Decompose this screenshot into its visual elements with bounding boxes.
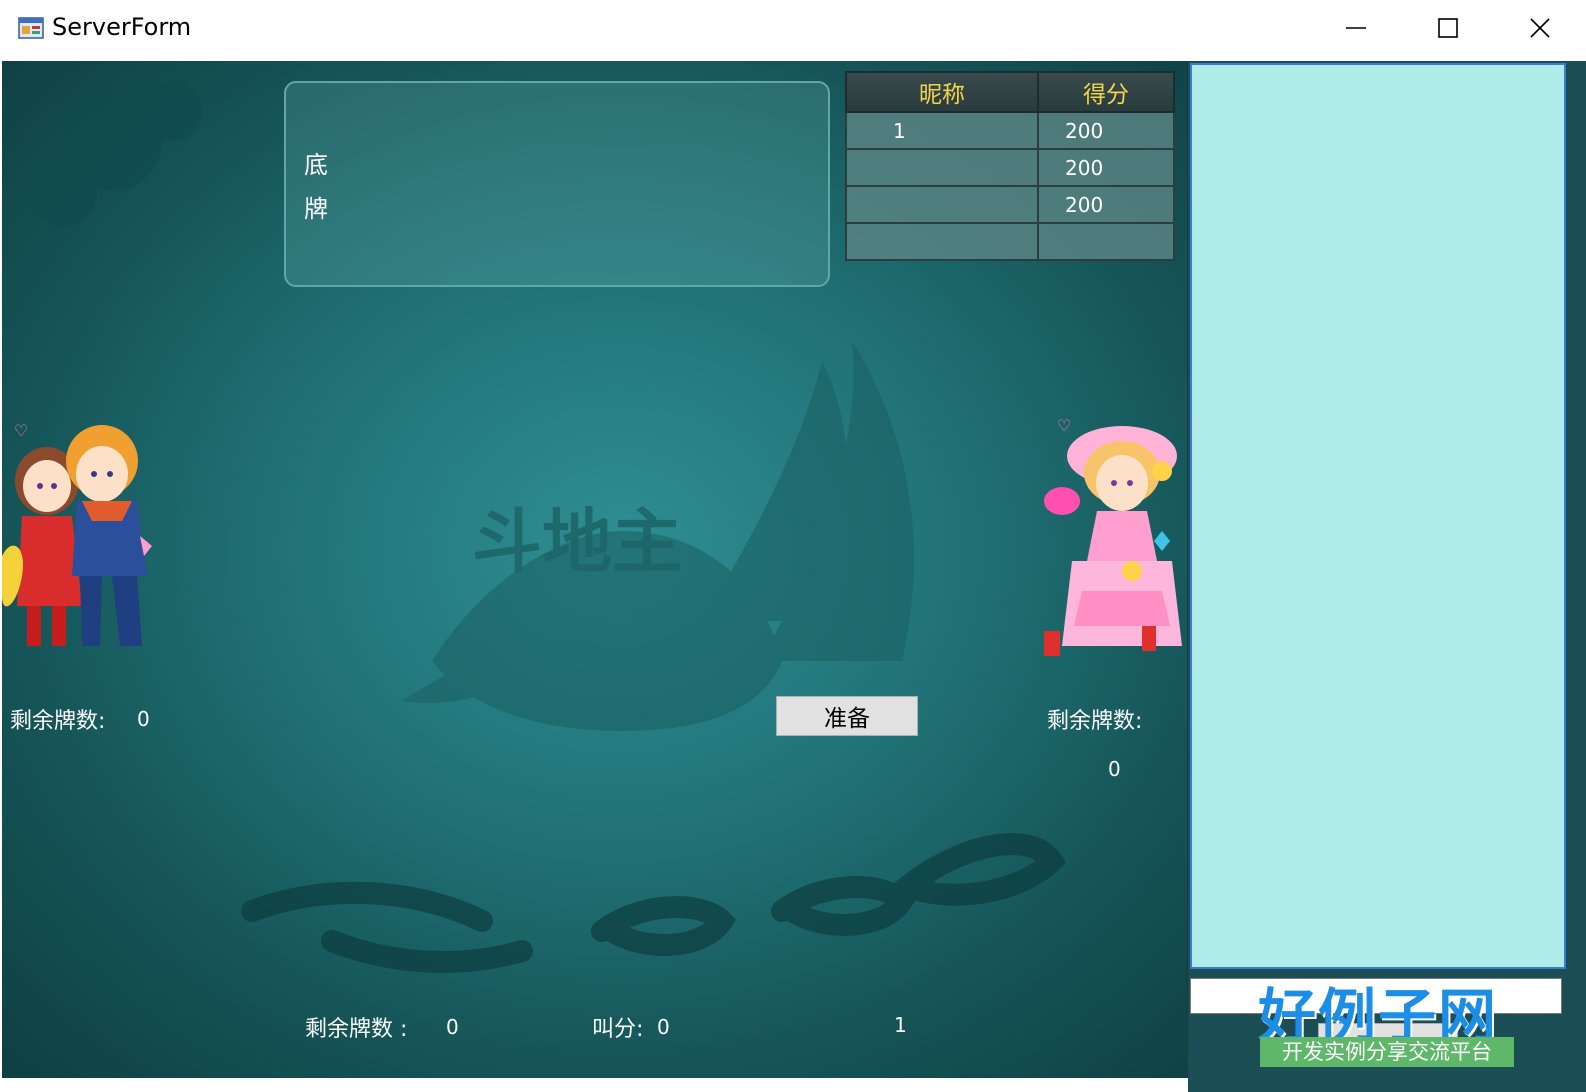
right-player-avatar: ♡ bbox=[1044, 416, 1182, 656]
bottom-cards-panel: 底 牌 bbox=[284, 81, 830, 287]
title-bar: ServerForm bbox=[0, 0, 1586, 60]
site-logo: 好例子网 开发实例分享交流平台 bbox=[1248, 969, 1528, 1079]
call-score-label: 叫分: bbox=[592, 1017, 644, 1042]
close-icon bbox=[1530, 18, 1550, 38]
bottom-remain-label: 剩余牌数 : bbox=[305, 1017, 408, 1042]
svg-text:♡: ♡ bbox=[14, 421, 28, 440]
score-cell-score[interactable]: 200 bbox=[1037, 148, 1175, 187]
close-button[interactable] bbox=[1494, 0, 1586, 56]
score-cell-score[interactable] bbox=[1037, 222, 1175, 261]
score-table-header-row: 昵称 得分 bbox=[845, 71, 1175, 113]
bottom-player-id: 1 bbox=[894, 1013, 907, 1037]
left-remain-value: 0 bbox=[137, 707, 150, 731]
table-row[interactable]: 200 bbox=[845, 148, 1175, 187]
score-cell-nickname[interactable] bbox=[845, 185, 1039, 224]
ready-button[interactable]: 准备 bbox=[776, 696, 918, 736]
maximize-icon bbox=[1438, 18, 1458, 38]
chat-panel: 好例子网 开发实例分享交流平台 bbox=[1188, 61, 1586, 1092]
minimize-button[interactable] bbox=[1310, 0, 1402, 56]
score-cell-score[interactable]: 200 bbox=[1037, 111, 1175, 150]
bottom-cards-label: 底 牌 bbox=[304, 151, 328, 223]
chat-log-textbox[interactable] bbox=[1190, 63, 1566, 969]
table-row[interactable]: 1 200 bbox=[845, 111, 1175, 150]
score-header-nickname: 昵称 bbox=[845, 71, 1039, 113]
table-row[interactable]: 200 bbox=[845, 185, 1175, 224]
score-cell-nickname[interactable] bbox=[845, 148, 1039, 187]
score-table: 昵称 得分 1 200 200 200 bbox=[845, 71, 1175, 261]
app-form-icon bbox=[18, 17, 44, 39]
table-row[interactable] bbox=[845, 222, 1175, 261]
call-score-value: 0 bbox=[657, 1015, 670, 1039]
maximize-button[interactable] bbox=[1402, 0, 1494, 56]
site-logo-subtitle: 开发实例分享交流平台 bbox=[1260, 1037, 1514, 1067]
bottom-remain-value: 0 bbox=[446, 1015, 459, 1039]
right-remain-value: 0 bbox=[1108, 757, 1121, 781]
score-cell-score[interactable]: 200 bbox=[1037, 185, 1175, 224]
minimize-icon bbox=[1346, 27, 1366, 29]
score-cell-nickname[interactable] bbox=[845, 222, 1039, 261]
left-remain-label: 剩余牌数: bbox=[10, 709, 106, 734]
left-player-avatar: ♡ bbox=[2, 421, 152, 646]
score-cell-nickname[interactable]: 1 bbox=[845, 111, 1039, 150]
right-remain-label: 剩余牌数: bbox=[1047, 709, 1143, 734]
score-header-score: 得分 bbox=[1037, 71, 1175, 113]
window-title: ServerForm bbox=[52, 13, 192, 41]
game-table: 斗地主 底 牌 昵称 得分 1 200 200 200 ♡ ♡ 剩余牌数: 0 … bbox=[2, 61, 1188, 1078]
svg-text:♡: ♡ bbox=[1057, 416, 1071, 435]
svg-text:斗地主: 斗地主 bbox=[472, 500, 682, 583]
